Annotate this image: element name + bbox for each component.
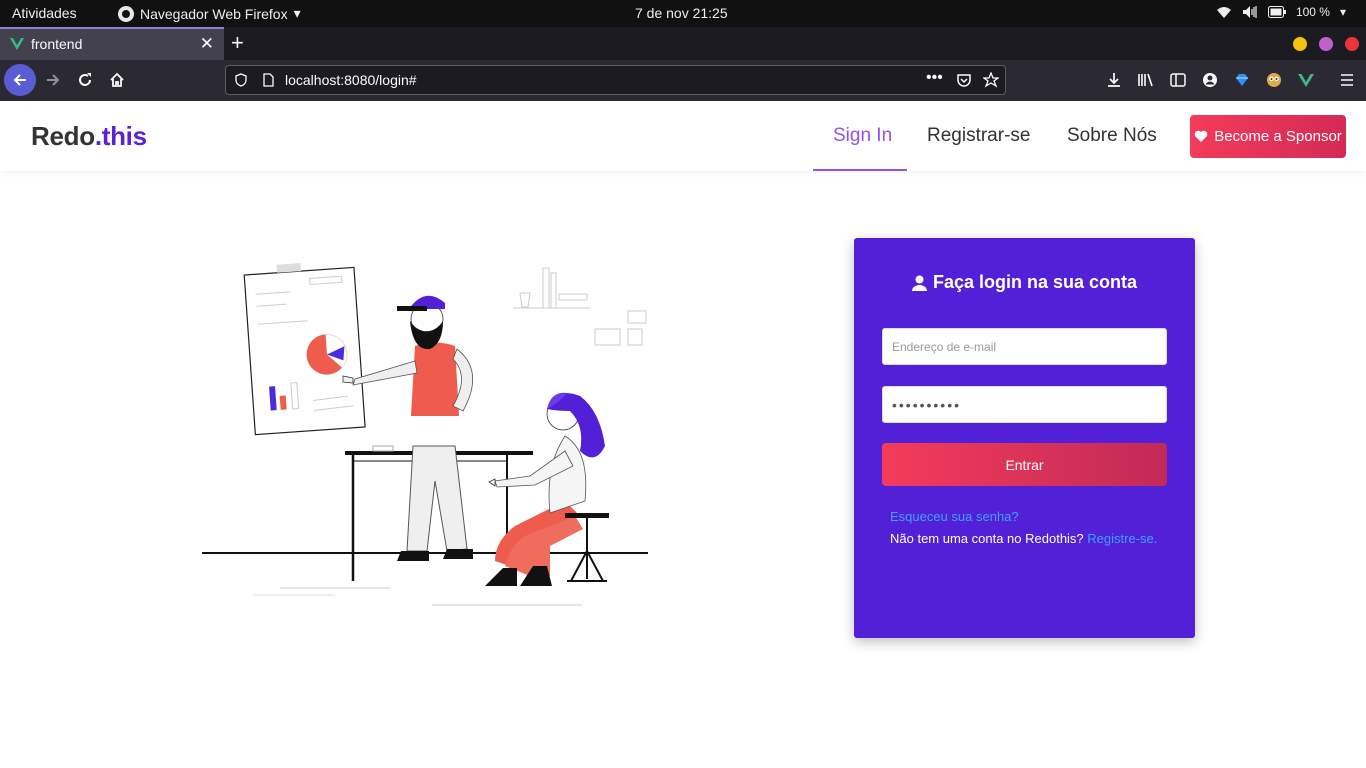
reload-icon bbox=[79, 73, 91, 86]
battery-percent: 100 % bbox=[1295, 5, 1330, 19]
user-icon bbox=[911, 275, 927, 291]
system-tray[interactable]: 100 % ▾ bbox=[1216, 5, 1346, 19]
volume-icon bbox=[1242, 6, 1257, 18]
login-heading: Faça login na sua conta bbox=[854, 272, 1195, 293]
brand-part-2: .this bbox=[94, 121, 147, 151]
url-text[interactable]: localhost:8080/login# bbox=[285, 72, 417, 88]
url-bar[interactable]: localhost:8080/login# ••• bbox=[225, 65, 1006, 95]
vue-devtools-icon[interactable] bbox=[1296, 70, 1316, 90]
forward-button[interactable] bbox=[37, 64, 69, 96]
firefox-icon bbox=[118, 5, 134, 22]
page-icon bbox=[263, 73, 274, 87]
nav-sign-in[interactable]: Sign In bbox=[833, 125, 892, 147]
sponsor-label: Become a Sponsor bbox=[1214, 128, 1342, 145]
home-button[interactable] bbox=[101, 64, 133, 96]
reload-button[interactable] bbox=[69, 64, 101, 96]
pocket-icon[interactable] bbox=[956, 72, 972, 88]
library-icon[interactable] bbox=[1136, 70, 1156, 90]
brand-part-1: Redo bbox=[31, 121, 95, 151]
active-nav-underline bbox=[813, 169, 907, 171]
clock[interactable]: 7 de nov 21:25 bbox=[635, 5, 728, 21]
browser-tab[interactable]: frontend ✕ bbox=[0, 27, 224, 60]
minimize-button[interactable] bbox=[1293, 37, 1307, 51]
close-window-button[interactable] bbox=[1345, 37, 1359, 51]
browser-navbar: localhost:8080/login# ••• bbox=[0, 60, 1366, 101]
password-input[interactable] bbox=[882, 386, 1167, 423]
close-icon[interactable]: ✕ bbox=[200, 34, 214, 54]
hamburger-menu-icon[interactable] bbox=[1337, 70, 1357, 90]
wifi-icon bbox=[1216, 7, 1231, 18]
shield-icon[interactable] bbox=[234, 73, 248, 87]
submit-login-button[interactable]: Entrar bbox=[882, 443, 1167, 486]
arrow-right-icon bbox=[47, 74, 60, 86]
web-page: Redo.this Sign In Registrar-se Sobre Nós… bbox=[0, 101, 1366, 768]
login-illustration bbox=[202, 263, 648, 606]
extension-diamond-icon[interactable] bbox=[1232, 70, 1252, 90]
home-icon bbox=[110, 72, 124, 87]
sidebar-icon[interactable] bbox=[1168, 70, 1188, 90]
app-name: Navegador Web Firefox bbox=[140, 5, 288, 22]
battery-icon bbox=[1267, 6, 1286, 18]
tab-title: frontend bbox=[31, 36, 83, 52]
page-actions-icon[interactable]: ••• bbox=[926, 69, 943, 87]
account-icon[interactable] bbox=[1200, 70, 1220, 90]
become-sponsor-button[interactable]: Become a Sponsor bbox=[1190, 115, 1346, 158]
tab-strip: frontend ✕ + bbox=[0, 27, 1366, 60]
back-button[interactable] bbox=[4, 64, 36, 96]
forgot-password-link[interactable]: Esqueceu sua senha? bbox=[890, 509, 1019, 524]
nav-register[interactable]: Registrar-se bbox=[927, 125, 1030, 147]
extension-owl-icon[interactable] bbox=[1264, 70, 1284, 90]
new-tab-button[interactable]: + bbox=[231, 30, 244, 56]
app-menu[interactable]: Navegador Web Firefox ▾ bbox=[118, 5, 301, 22]
activities-button[interactable]: Atividades bbox=[12, 5, 77, 21]
heart-icon bbox=[1194, 130, 1208, 142]
downloads-icon[interactable] bbox=[1104, 70, 1124, 90]
bookmark-star-icon[interactable] bbox=[983, 72, 999, 88]
register-prompt: Não tem uma conta no Redothis? Registre-… bbox=[890, 531, 1157, 546]
nav-about[interactable]: Sobre Nós bbox=[1067, 125, 1157, 147]
power-menu-chevron-icon: ▾ bbox=[1339, 5, 1346, 19]
login-title-text: Faça login na sua conta bbox=[932, 272, 1138, 292]
brand-logo[interactable]: Redo.this bbox=[31, 121, 147, 152]
os-top-bar: Atividades Navegador Web Firefox ▾ 7 de … bbox=[0, 0, 1366, 27]
site-header: Redo.this Sign In Registrar-se Sobre Nós… bbox=[0, 101, 1366, 171]
arrow-left-icon bbox=[13, 74, 26, 86]
login-card: Faça login na sua conta Entrar Esqueceu … bbox=[854, 238, 1195, 638]
maximize-button[interactable] bbox=[1319, 37, 1333, 51]
chevron-down-icon: ▾ bbox=[293, 5, 301, 21]
register-link[interactable]: Registre-se. bbox=[1087, 531, 1157, 546]
email-input[interactable] bbox=[882, 328, 1167, 365]
no-account-text: Não tem uma conta no Redothis? bbox=[890, 531, 1084, 546]
vue-icon bbox=[10, 38, 24, 50]
